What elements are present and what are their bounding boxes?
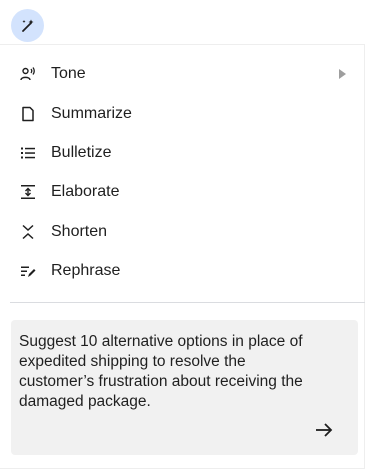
menu-item-label: Elaborate bbox=[51, 183, 120, 200]
menu-item-summarize[interactable]: Summarize bbox=[0, 95, 364, 133]
menu-item-elaborate[interactable]: Elaborate bbox=[0, 173, 364, 211]
menu-item-bulletize[interactable]: Bulletize bbox=[0, 134, 364, 172]
bulleted-list-icon bbox=[20, 145, 36, 161]
magic-pen-icon bbox=[21, 19, 33, 32]
menu-item-label: Shorten bbox=[51, 223, 108, 240]
document-icon bbox=[20, 106, 36, 122]
menu-item-rephrase[interactable]: Rephrase bbox=[0, 252, 364, 290]
menu-item-label: Rephrase bbox=[51, 262, 121, 279]
prompt-box[interactable]: Suggest 10 alternative options in place … bbox=[11, 320, 358, 455]
menu-item-shorten[interactable]: Shorten bbox=[0, 213, 364, 251]
ai-write-button[interactable] bbox=[11, 9, 44, 42]
menu-item-label: Tone bbox=[51, 65, 86, 82]
send-button[interactable] bbox=[307, 413, 341, 447]
ai-actions-menu: Tone Summarize Bulletize Elaborate Short… bbox=[0, 44, 365, 469]
menu-item-label: Bulletize bbox=[51, 144, 112, 161]
prompt-text: Suggest 10 alternative options in place … bbox=[19, 333, 303, 410]
rephrase-pen-icon bbox=[20, 263, 36, 279]
collapse-vertical-icon bbox=[20, 224, 36, 240]
menu-item-label: Summarize bbox=[51, 105, 132, 122]
arrow-right-icon bbox=[316, 423, 333, 437]
submenu-arrow-icon bbox=[339, 69, 346, 79]
menu-item-tone[interactable]: Tone bbox=[0, 55, 364, 93]
voice-tone-icon bbox=[20, 66, 36, 82]
menu-divider bbox=[10, 302, 365, 303]
expand-vertical-icon bbox=[20, 184, 36, 200]
